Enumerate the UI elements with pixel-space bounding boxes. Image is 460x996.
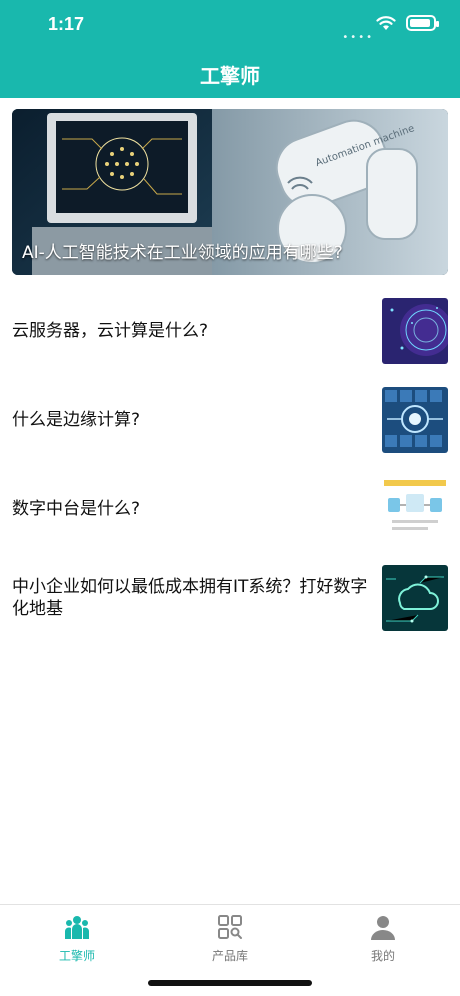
tab-bar: 工擎师 产品库 我的	[0, 904, 460, 996]
article-title: 中小企业如何以最低成本拥有IT系统？打好数字化地基	[12, 576, 368, 619]
article-item[interactable]: 数字中台是什么?	[0, 464, 460, 553]
article-title: 数字中台是什么?	[12, 498, 141, 519]
article-thumbnail	[382, 565, 448, 631]
article-item[interactable]: 什么是边缘计算?	[0, 375, 460, 464]
person-icon	[371, 916, 395, 940]
status-time: 1:17	[48, 14, 85, 34]
tab-engineer[interactable]: 工擎师	[27, 913, 127, 969]
status-icons	[376, 14, 439, 32]
signal-dots-icon: ••••	[342, 32, 374, 43]
tab-product-library[interactable]: 产品库	[180, 913, 280, 969]
battery-icon	[406, 15, 439, 31]
wifi-icon	[376, 16, 396, 30]
article-item[interactable]: 中小企业如何以最低成本拥有IT系统？打好数字化地基	[0, 553, 460, 642]
tab-label: 工擎师	[58, 949, 95, 963]
article-thumbnail	[382, 476, 448, 542]
page-title: 工擎师	[200, 64, 260, 88]
grid-search-icon	[218, 915, 242, 939]
article-title: 什么是边缘计算?	[12, 409, 141, 430]
banner-title: AI-人工智能技术在工业领域的应用有哪些?	[22, 243, 343, 263]
team-icon	[65, 916, 89, 939]
tab-mine[interactable]: 我的	[333, 913, 433, 969]
article-thumbnail	[382, 387, 448, 453]
article-item[interactable]: 云服务器，云计算是什么?	[0, 286, 460, 375]
article-list: 云服务器，云计算是什么? 什么是边缘计算? 数字中台是什么? 中小企业如何以最低…	[0, 286, 460, 642]
home-indicator	[148, 980, 312, 986]
article-title: 云服务器，云计算是什么?	[12, 320, 209, 341]
app-header: 1:17 •••• 工擎师	[0, 0, 460, 98]
tab-label: 我的	[370, 949, 395, 963]
article-thumbnail	[382, 298, 448, 364]
tab-label: 产品库	[211, 949, 248, 963]
banner-carousel[interactable]: Automation machine AI-人工智能技术在工业领域的应用有哪些?	[12, 109, 448, 275]
